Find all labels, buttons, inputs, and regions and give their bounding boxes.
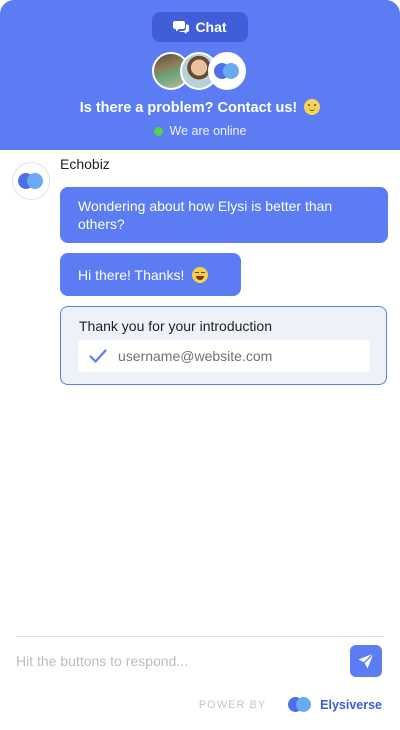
grin-emoji-icon [192,267,209,283]
elysiverse-logo-icon [18,173,44,189]
reply-input[interactable] [16,648,336,674]
bot-message: Wondering about how Elysi is better than… [60,187,388,243]
chat-tab-button[interactable]: Chat [152,12,248,42]
intro-form-label: Thank you for your introduction [79,318,272,334]
send-button[interactable] [350,645,382,677]
email-field-wrapper [78,340,370,372]
composer-divider [16,636,384,637]
header-headline-text: Is there a problem? Contact us! [79,100,298,116]
online-status: We are online [0,124,400,138]
check-icon [89,349,107,363]
brand-avatar [208,52,246,90]
chat-widget: Chat Is there a problem? Contact us! We … [0,0,400,730]
paper-plane-icon [358,653,374,669]
header-headline: Is there a problem? Contact us! [0,99,400,116]
email-field[interactable] [118,340,363,372]
bot-message: Hi there! Thanks! [60,253,241,296]
elysiverse-logo-icon [288,697,312,713]
smile-emoji-icon [304,99,321,115]
intro-form-card: Thank you for your introduction [60,306,387,385]
bot-avatar [12,162,50,200]
powered-by-label: POWER BY [198,699,267,711]
powered-by: POWER BY Elysiverse [0,697,382,713]
chat-tab-label: Chat [195,19,227,35]
brand-name[interactable]: Elysiverse [320,698,382,712]
chat-bubbles-icon [173,21,190,34]
online-status-text: We are online [169,124,247,138]
elysiverse-logo-icon [214,63,240,79]
chat-header: Chat Is there a problem? Contact us! We … [0,0,400,150]
bot-message-text: Hi there! Thanks! [78,267,185,283]
bot-name: Echobiz [60,156,110,172]
online-dot-icon [153,126,163,136]
agent-avatars [152,52,252,92]
